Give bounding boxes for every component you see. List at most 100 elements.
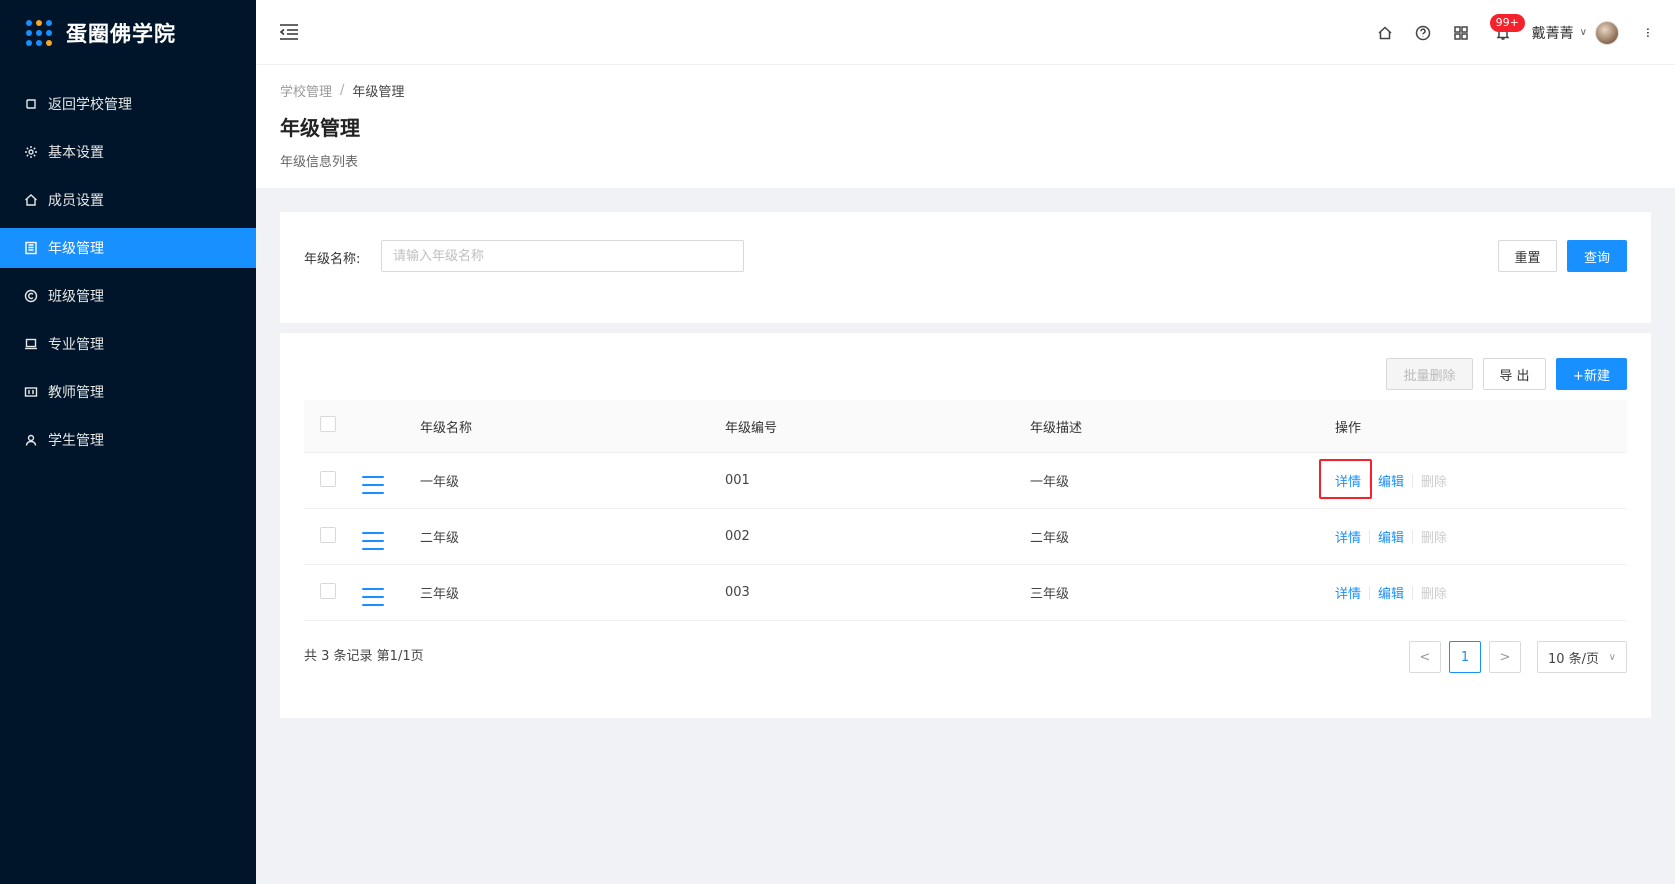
sidebar-item-label: 专业管理 — [48, 337, 104, 353]
chevron-down-icon: ∨ — [1608, 651, 1616, 663]
row-actions: 详情 编辑 删除 — [1335, 527, 1627, 546]
notification-badge: 99+ — [1489, 13, 1525, 32]
pagination: < 1 > 10 条/页 ∨ — [1401, 641, 1627, 673]
sidebar-item-student-management[interactable]: 学生管理 — [0, 420, 256, 460]
page-title: 年级管理 — [280, 116, 360, 140]
breadcrumb-separator: / — [340, 83, 345, 98]
sidebar-item-label: 成员设置 — [48, 193, 104, 209]
sidebar-item-label: 基本设置 — [48, 145, 104, 161]
total-records: 共 3 条记录 第1/1页 — [304, 649, 424, 664]
divider — [1412, 529, 1414, 544]
page-size-select[interactable]: 10 条/页 ∨ — [1537, 641, 1627, 673]
copyright-icon — [24, 289, 38, 303]
id-card-icon — [24, 385, 38, 399]
user-icon — [24, 433, 38, 447]
page-number-button[interactable]: 1 — [1449, 641, 1481, 673]
detail-link[interactable]: 详情 — [1335, 471, 1361, 490]
edit-link[interactable]: 编辑 — [1378, 471, 1404, 490]
export-button[interactable]: 导 出 — [1483, 358, 1546, 390]
cell-code: 003 — [725, 585, 750, 600]
search-panel: 年级名称: 重置 查询 — [280, 212, 1651, 323]
cell-name: 二年级 — [420, 531, 460, 546]
row-checkbox[interactable] — [320, 526, 336, 543]
building-icon — [24, 241, 38, 255]
divider — [1369, 473, 1371, 488]
cell-code: 001 — [725, 473, 750, 488]
more-vertical-icon[interactable]: ··· — [1639, 27, 1655, 37]
chevron-down-icon[interactable]: ∨ — [1580, 27, 1587, 38]
table-row: 二年级 002 二年级 详情 编辑 删除 — [304, 509, 1627, 565]
delete-link[interactable]: 删除 — [1421, 583, 1447, 602]
sidebar-menu: 返回学校管理 基本设置 成员设置 年级管理 班级管理 专业管理 教师管理 学生管… — [0, 84, 256, 460]
breadcrumb-current: 年级管理 — [352, 85, 405, 100]
home-icon[interactable] — [1376, 24, 1394, 42]
menu-fold-icon[interactable] — [278, 22, 300, 42]
row-actions: 详情 编辑 删除 — [1335, 583, 1627, 602]
divider — [1412, 473, 1414, 488]
apps-icon[interactable] — [1452, 24, 1470, 42]
sidebar-item-label: 年级管理 — [48, 241, 104, 257]
help-icon[interactable] — [1414, 24, 1432, 42]
sidebar-item-major-management[interactable]: 专业管理 — [0, 324, 256, 364]
query-button[interactable]: 查询 — [1567, 240, 1627, 272]
sidebar-item-label: 学生管理 — [48, 433, 104, 449]
cell-name: 一年级 — [420, 475, 460, 490]
column-header-desc: 年级描述 — [1030, 420, 1083, 436]
gear-icon — [24, 145, 38, 159]
sidebar-item-member-settings[interactable]: 成员设置 — [0, 180, 256, 220]
sidebar-item-label: 教师管理 — [48, 385, 104, 401]
grade-name-input[interactable] — [381, 240, 744, 272]
reset-button[interactable]: 重置 — [1498, 240, 1557, 272]
sidebar-item-teacher-management[interactable]: 教师管理 — [0, 372, 256, 412]
table-header: 年级名称 年级编号 年级描述 操作 — [304, 400, 1627, 453]
sidebar: 蛋圈佛学院 返回学校管理 基本设置 成员设置 年级管理 班级管理 专业管理 教师… — [0, 0, 256, 884]
edit-link[interactable]: 编辑 — [1378, 527, 1404, 546]
drag-handle-icon[interactable] — [362, 588, 384, 606]
column-header-ops: 操作 — [1335, 420, 1362, 436]
page-size-value: 10 条/页 — [1548, 651, 1600, 667]
column-header-code: 年级编号 — [725, 420, 778, 436]
row-checkbox[interactable] — [320, 470, 336, 487]
batch-delete-button[interactable]: 批量删除 — [1386, 358, 1473, 390]
breadcrumb-parent[interactable]: 学校管理 — [280, 81, 332, 100]
sidebar-item-class-management[interactable]: 班级管理 — [0, 276, 256, 316]
next-page-button[interactable]: > — [1489, 641, 1521, 673]
page-subtitle: 年级信息列表 — [280, 155, 359, 170]
delete-link[interactable]: 删除 — [1421, 471, 1447, 490]
detail-link[interactable]: 详情 — [1335, 527, 1361, 546]
new-button[interactable]: +新建 — [1556, 358, 1627, 390]
cell-desc: 三年级 — [1030, 587, 1070, 602]
cell-desc: 二年级 — [1030, 531, 1070, 546]
grade-table: 年级名称 年级编号 年级描述 操作 一年级 001 一年级 详情 编辑 删除 二… — [304, 400, 1627, 621]
select-all-checkbox[interactable] — [320, 416, 336, 432]
grid-logo-icon — [26, 20, 52, 46]
page-header: 学校管理 / 年级管理 年级管理 年级信息列表 — [256, 65, 1675, 188]
avatar[interactable] — [1595, 20, 1619, 45]
sidebar-item-grade-management[interactable]: 年级管理 — [0, 228, 256, 268]
detail-link[interactable]: 详情 — [1335, 583, 1361, 602]
bell-icon[interactable]: 99+ — [1489, 13, 1525, 42]
username[interactable]: 戴菁菁 — [1532, 23, 1574, 43]
breadcrumb: 学校管理 / 年级管理 — [280, 81, 1651, 100]
cell-name: 三年级 — [420, 587, 460, 602]
home-icon — [24, 193, 38, 207]
prev-page-button[interactable]: < — [1409, 641, 1441, 673]
brand-title: 蛋圈佛学院 — [66, 22, 176, 46]
divider — [1369, 585, 1371, 600]
sidebar-item-back-school[interactable]: 返回学校管理 — [0, 84, 256, 124]
edit-link[interactable]: 编辑 — [1378, 583, 1404, 602]
back-icon — [24, 97, 38, 111]
divider — [1369, 529, 1371, 544]
drag-handle-icon[interactable] — [362, 476, 384, 494]
grade-name-label: 年级名称: — [304, 252, 361, 267]
delete-link[interactable]: 删除 — [1421, 527, 1447, 546]
cell-desc: 一年级 — [1030, 475, 1070, 490]
sidebar-item-label: 返回学校管理 — [48, 97, 132, 113]
row-actions: 详情 编辑 删除 — [1319, 459, 1627, 499]
drag-handle-icon[interactable] — [362, 532, 384, 550]
row-checkbox[interactable] — [320, 582, 336, 599]
divider — [1412, 585, 1414, 600]
top-header: 99+ 戴菁菁 ∨ ··· — [256, 0, 1675, 65]
table-row: 一年级 001 一年级 详情 编辑 删除 — [304, 453, 1627, 509]
sidebar-item-basic-settings[interactable]: 基本设置 — [0, 132, 256, 172]
